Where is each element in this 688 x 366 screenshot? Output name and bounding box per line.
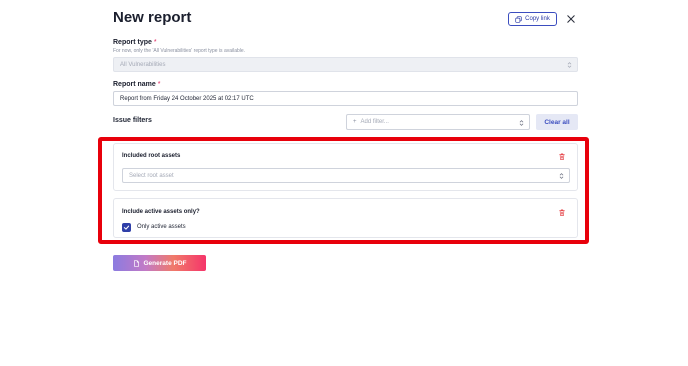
select-arrows-icon — [567, 62, 572, 68]
report-name-label: Report name * — [113, 81, 161, 88]
document-icon — [133, 259, 139, 267]
report-type-label: Report type * — [113, 39, 157, 46]
report-type-hint: For now, only the 'All Vulnerabilities' … — [113, 48, 246, 54]
copy-link-label: Copy link — [525, 16, 550, 22]
report-type-value: All Vulnerabilities — [120, 61, 166, 68]
required-marker: * — [157, 81, 161, 88]
copy-icon — [515, 15, 522, 23]
report-type-label-text: Report type — [113, 39, 152, 46]
issue-filters-title: Issue filters — [113, 117, 152, 124]
report-name-label-text: Report name — [113, 81, 156, 88]
select-arrows-icon — [519, 120, 524, 126]
generate-pdf-button[interactable]: Generate PDF — [113, 255, 206, 271]
report-type-select: All Vulnerabilities — [113, 57, 578, 72]
generate-pdf-label: Generate PDF — [143, 259, 187, 267]
page-title: New report — [113, 9, 192, 26]
add-filter-select[interactable]: + Add filter... — [346, 114, 530, 130]
add-filter-placeholder: Add filter... — [360, 119, 389, 125]
clear-all-button[interactable]: Clear all — [536, 114, 578, 130]
report-name-value: Report from Friday 24 October 2025 at 02… — [120, 95, 254, 102]
copy-link-button[interactable]: Copy link — [508, 12, 557, 26]
plus-icon: + — [353, 119, 357, 125]
close-icon — [567, 15, 575, 23]
report-name-input[interactable]: Report from Friday 24 October 2025 at 02… — [113, 91, 578, 106]
close-button[interactable] — [566, 13, 576, 25]
required-marker: * — [153, 39, 157, 46]
highlight-box — [98, 137, 589, 244]
